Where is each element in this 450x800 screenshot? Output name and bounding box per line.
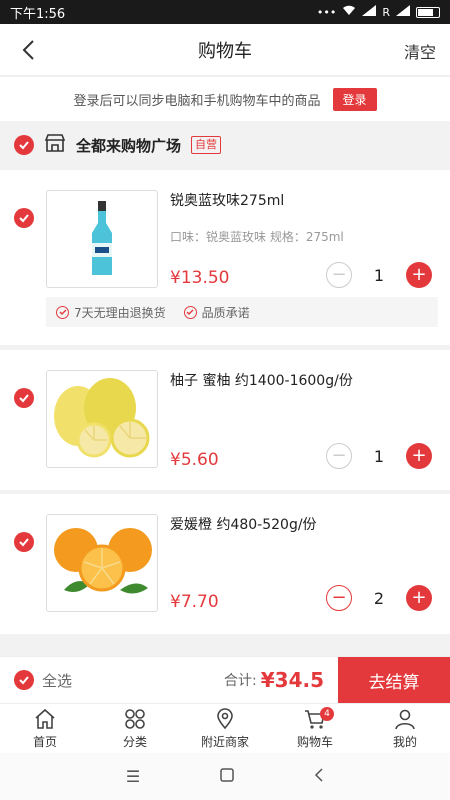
- tab-label: 购物车: [296, 735, 333, 749]
- menu-icon[interactable]: ☰: [126, 767, 140, 786]
- login-button[interactable]: 登录: [332, 87, 377, 111]
- more-dots-icon: •••: [316, 5, 337, 19]
- plus-button[interactable]: +: [406, 262, 432, 288]
- item-checkbox[interactable]: [14, 388, 34, 408]
- page-title: 购物车: [198, 40, 252, 62]
- plus-button[interactable]: +: [406, 585, 432, 611]
- back-arrow-icon: [22, 40, 34, 60]
- store-name[interactable]: 全都来购物广场: [76, 135, 181, 156]
- checkout-bar: 全选 合计: ¥34.5 去结算: [0, 656, 450, 704]
- tab-bar: 首页 分类 附近商家 4 购物车 我的: [0, 703, 450, 753]
- cart-badge: 4: [320, 707, 334, 721]
- home-icon: [35, 708, 55, 729]
- check-icon: [19, 141, 29, 150]
- tab-nearby[interactable]: 附近商家: [180, 704, 270, 753]
- check-icon: [19, 676, 29, 685]
- quantity-stepper: − 1 +: [326, 443, 432, 469]
- item-price: ¥13.50: [170, 268, 230, 288]
- item-image-bottle[interactable]: [46, 190, 158, 288]
- status-extra: R: [382, 5, 390, 19]
- store-icon: [44, 133, 66, 157]
- store-tag: 自营: [191, 136, 222, 154]
- item-name[interactable]: 锐奥蓝玫味275ml: [170, 190, 284, 210]
- item-checkbox[interactable]: [14, 532, 34, 552]
- bottle-image: [92, 201, 112, 275]
- item-name[interactable]: 柚子 蜜柚 约1400-1600g/份: [170, 370, 353, 390]
- item-image-pomelo[interactable]: [46, 370, 158, 468]
- quantity-stepper: − 2 +: [326, 585, 432, 611]
- orange-image: [54, 528, 152, 594]
- minus-button[interactable]: −: [326, 443, 352, 469]
- tab-label: 我的: [392, 735, 417, 749]
- store-checkbox[interactable]: [14, 135, 34, 155]
- item-checkbox[interactable]: [14, 208, 34, 228]
- tab-category[interactable]: 分类: [90, 704, 180, 753]
- cart-item: 爱媛橙 约480-520g/份 ¥7.70 − 2 +: [0, 494, 450, 634]
- location-icon: [217, 708, 233, 730]
- category-icon: [125, 709, 145, 729]
- quantity-stepper: − 1 +: [326, 262, 432, 288]
- signal-icon: [362, 5, 377, 19]
- pomelo-image: [54, 378, 150, 458]
- system-nav-bar: ☰: [0, 753, 450, 800]
- plus-button[interactable]: +: [406, 443, 432, 469]
- item-price: ¥5.60: [170, 450, 219, 470]
- quantity-value[interactable]: 2: [352, 589, 406, 608]
- tab-label: 附近商家: [200, 735, 249, 749]
- checkout-button[interactable]: 去结算: [338, 656, 450, 704]
- select-all-checkbox[interactable]: [14, 670, 34, 690]
- store-header: 全都来购物广场 自营: [0, 125, 450, 165]
- wifi-icon: [342, 5, 356, 19]
- battery-icon: [416, 6, 440, 18]
- promise-quality: 品质承诺: [201, 305, 250, 320]
- cart-item: 柚子 蜜柚 约1400-1600g/份 ¥5.60 − 1 +: [0, 350, 450, 490]
- tab-cart[interactable]: 4 购物车: [270, 704, 360, 753]
- clear-button[interactable]: 清空: [404, 39, 436, 63]
- nav-bar: 购物车 清空: [0, 24, 450, 76]
- service-promises: 7天无理由退换货 品质承诺: [46, 297, 438, 327]
- check-icon: [19, 538, 29, 547]
- total-value: ¥34.5: [260, 668, 324, 692]
- total-label: 合计:: [224, 673, 257, 689]
- login-message: 登录后可以同步电脑和手机购物车中的商品: [73, 93, 321, 109]
- quantity-value[interactable]: 1: [352, 447, 406, 466]
- status-time: 下午1:56: [10, 6, 66, 22]
- check-icon: [19, 214, 29, 223]
- back-button[interactable]: [14, 36, 42, 64]
- quantity-value[interactable]: 1: [352, 266, 406, 285]
- minus-button[interactable]: −: [326, 262, 352, 288]
- user-icon: [395, 709, 415, 730]
- check-icon: [19, 394, 29, 403]
- back-icon[interactable]: [314, 767, 324, 786]
- select-all-label[interactable]: 全选: [42, 670, 72, 691]
- item-spec: 口味：锐奥蓝玫味 规格：275ml: [170, 230, 344, 244]
- tab-label: 首页: [32, 735, 57, 749]
- status-bar: 下午1:56 ••• R: [0, 0, 450, 24]
- item-image-orange[interactable]: [46, 514, 158, 612]
- signal-icon-2: [396, 5, 410, 19]
- item-price: ¥7.70: [170, 592, 219, 612]
- tab-label: 分类: [122, 735, 147, 749]
- login-banner: 登录后可以同步电脑和手机购物车中的商品 登录: [0, 77, 450, 121]
- item-name[interactable]: 爱媛橙 约480-520g/份: [170, 514, 317, 534]
- minus-button[interactable]: −: [326, 585, 352, 611]
- cart-item: 锐奥蓝玫味275ml 口味：锐奥蓝玫味 规格：275ml ¥13.50 − 1 …: [0, 170, 450, 345]
- home-square-icon[interactable]: [220, 767, 234, 786]
- tab-mine[interactable]: 我的: [360, 704, 450, 753]
- check-circle-icon: [56, 305, 69, 319]
- promise-return: 7天无理由退换货: [74, 305, 166, 320]
- check-circle-icon: [183, 305, 197, 319]
- tab-home[interactable]: 首页: [0, 704, 90, 753]
